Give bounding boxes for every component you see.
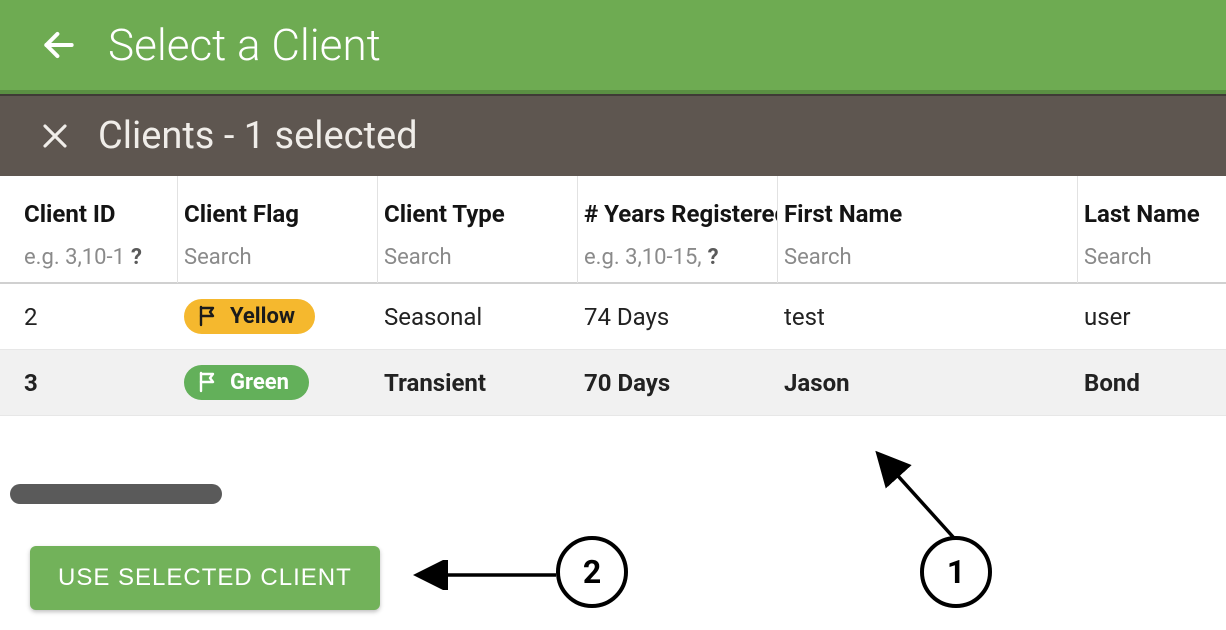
filter-type[interactable]: Search (378, 231, 578, 283)
cell-flag: Yellow (178, 299, 378, 335)
filter-flag-placeholder: Search (184, 245, 252, 270)
back-arrow-icon[interactable] (40, 26, 78, 64)
close-icon[interactable] (40, 121, 70, 151)
horizontal-scrollbar-thumb[interactable] (10, 484, 222, 504)
clients-table: Client ID Client Flag Client Type # Year… (0, 176, 1226, 416)
filter-years[interactable]: e.g. 3,10-15, ? (578, 231, 778, 283)
cell-type: Transient (378, 369, 578, 397)
filter-id-help-icon[interactable]: ? (131, 245, 142, 270)
flag-pill-yellow: Yellow (184, 299, 315, 334)
filter-years-placeholder: e.g. 3,10-15, (584, 245, 702, 270)
filter-first[interactable]: Search (778, 231, 1078, 283)
col-header-years[interactable]: # Years Registered (578, 176, 778, 232)
table-filter-row: e.g. 3,10-1 ? Search Search e.g. 3,10-15… (0, 232, 1226, 284)
col-header-last[interactable]: Last Name (1078, 176, 1208, 232)
table-header-row: Client ID Client Flag Client Type # Year… (0, 176, 1226, 232)
annotation-arrow-1 (862, 442, 972, 552)
col-header-flag[interactable]: Client Flag (178, 176, 378, 232)
filter-flag[interactable]: Search (178, 231, 378, 283)
use-selected-client-button[interactable]: USE SELECTED CLIENT (30, 546, 380, 610)
col-header-first[interactable]: First Name (778, 176, 1078, 232)
col-header-id[interactable]: Client ID (18, 176, 178, 232)
cell-id: 3 (18, 369, 178, 397)
col-header-type[interactable]: Client Type (378, 176, 578, 232)
flag-label: Yellow (230, 304, 295, 329)
flag-label: Green (230, 370, 289, 395)
annotation-arrow-2 (410, 560, 560, 590)
cell-years: 74 Days (578, 303, 778, 331)
filter-first-placeholder: Search (784, 245, 852, 270)
cell-last: user (1078, 303, 1208, 331)
filter-id-placeholder: e.g. 3,10-1 (24, 245, 125, 270)
page-header: Select a Client (0, 0, 1226, 94)
cell-last: Bond (1078, 369, 1208, 397)
filter-id[interactable]: e.g. 3,10-1 ? (18, 231, 178, 283)
cell-years: 70 Days (578, 369, 778, 397)
flag-icon (196, 304, 220, 328)
table-row[interactable]: 3 Green Transient 70 Days Jason Bond (0, 350, 1226, 416)
filter-last-placeholder: Search (1084, 245, 1152, 270)
filter-type-placeholder: Search (384, 245, 452, 270)
cell-id: 2 (18, 303, 178, 331)
filter-last[interactable]: Search (1078, 231, 1208, 283)
table-row[interactable]: 2 Yellow Seasonal 74 Days test user (0, 284, 1226, 350)
filter-years-help-icon[interactable]: ? (708, 245, 719, 270)
cell-flag: Green (178, 365, 378, 401)
flag-icon (196, 370, 220, 394)
annotation-badge-2: 2 (556, 536, 628, 608)
selection-title: Clients - 1 selected (98, 114, 418, 158)
cell-type: Seasonal (378, 303, 578, 331)
flag-pill-green: Green (184, 365, 309, 400)
page-title: Select a Client (108, 19, 381, 71)
cell-first: test (778, 303, 1078, 331)
selection-bar: Clients - 1 selected (0, 94, 1226, 176)
cell-first: Jason (778, 369, 1078, 397)
